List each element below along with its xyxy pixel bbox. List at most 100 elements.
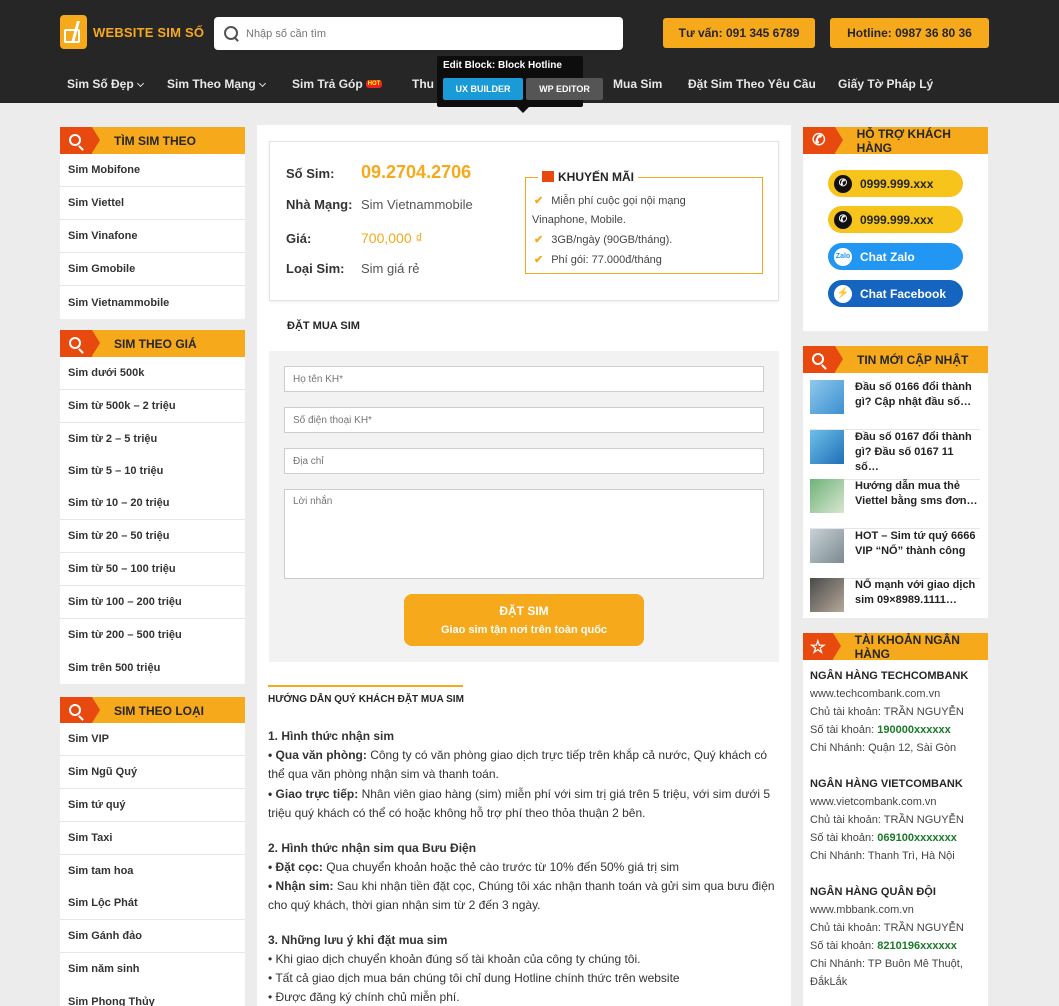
- promo-line: ✔ 3GB/ngày (90GB/tháng).: [534, 234, 673, 246]
- nav-mua-sim[interactable]: Mua Sim: [613, 77, 662, 91]
- phone-field[interactable]: [284, 407, 764, 433]
- sim-detail-card: Số Sim: 09.2704.2706 Nhà Mạng: Sim Vietn…: [269, 141, 779, 301]
- dat-sim-button[interactable]: ĐẶT SIM Giao sim tận nơi trên toàn quốc: [404, 594, 644, 646]
- loai-sim-label: Loại Sim:: [286, 261, 345, 276]
- guide-paragraph: • Đặt cọc: Qua chuyển khoản hoặc thẻ cào…: [268, 860, 680, 874]
- news-thumbnail: [810, 578, 844, 612]
- bank-name: NGÂN HÀNG TECHCOMBANK: [810, 670, 969, 682]
- guide-divider: [268, 685, 463, 687]
- chat-facebook-button[interactable]: ⚡ Chat Facebook: [828, 280, 963, 307]
- sidebar-item[interactable]: Sim từ 10 – 20 triệu: [60, 487, 245, 520]
- nha-mang-label: Nhà Mạng:: [286, 197, 353, 212]
- search-icon: [60, 697, 100, 724]
- sidebar-item[interactable]: Sim Phong Thủy: [60, 985, 245, 1006]
- sidebar-item[interactable]: Sim dưới 500k: [60, 357, 245, 390]
- news-item[interactable]: Hướng dẫn mua thẻ Viettel bằng sms đơn…: [810, 479, 980, 529]
- news-thumbnail: [810, 479, 844, 513]
- bank-account-number: Số tài khoản: 8210196xxxxxx: [810, 940, 957, 952]
- chat-zalo-button[interactable]: Zalo Chat Zalo: [828, 243, 963, 270]
- sidebar-item[interactable]: Sim Vietnammobile: [60, 286, 245, 319]
- bank-account: NGÂN HÀNG VIETCOMBANK www.vietcombank.co…: [810, 775, 964, 865]
- bank-account-number: Số tài khoản: 190000xxxxxx: [810, 724, 951, 736]
- name-field[interactable]: [284, 366, 764, 392]
- sidebar-item[interactable]: Sim từ 100 – 200 triệu: [60, 586, 245, 619]
- search-input[interactable]: [246, 27, 576, 40]
- sidebar-item[interactable]: Sim từ 5 – 10 triệu: [60, 455, 245, 488]
- sidebar-item[interactable]: Sim trên 500 triệu: [60, 651, 245, 684]
- nav-thu[interactable]: Thu: [412, 77, 434, 91]
- gia-label: Giá:: [286, 231, 312, 246]
- gia-value: 700,000 ₫: [361, 230, 423, 246]
- sidebar-item[interactable]: Sim Gánh đảo: [60, 920, 245, 953]
- sidebar-item[interactable]: Sim từ 200 – 500 triệu: [60, 619, 245, 652]
- bank-account: NGÂN HÀNG TECHCOMBANK www.techcombank.co…: [810, 667, 968, 757]
- bank-branch: Chi Nhánh: TP Buôn Mê Thuột,: [810, 958, 963, 970]
- promo-line: ✔ Miễn phí cuộc gọi nội mạng: [534, 195, 686, 207]
- gift-icon: [542, 171, 554, 182]
- guide-paragraph: • Qua văn phòng: Công ty có văn phòng gi…: [268, 748, 768, 781]
- bank-account: NGÂN HÀNG QUÂN ĐỘI www.mbbank.com.vn Chủ…: [810, 883, 964, 991]
- logo-text: WEBSITE SIM SỐ: [93, 24, 205, 40]
- sidebar-item[interactable]: Sim Gmobile: [60, 253, 245, 286]
- sidebar-item[interactable]: Sim Mobifone: [60, 154, 245, 187]
- news-item[interactable]: HOT – Sim tứ quý 6666 VIP “NỔ” thành côn…: [810, 529, 980, 579]
- hot-badge: HOT: [365, 80, 383, 88]
- submit-sublabel: Giao sim tận nơi trên toàn quốc: [440, 624, 608, 636]
- chevron-down-icon: [258, 79, 266, 88]
- phone-button[interactable]: ✆ 0999.999.xxx: [828, 170, 963, 197]
- consult-button[interactable]: Tư vấn: 091 345 6789: [663, 18, 815, 48]
- message-field[interactable]: [284, 489, 764, 579]
- star-icon: ☆: [803, 633, 841, 660]
- news-item[interactable]: Đầu số 0166 đổi thành gì? Cập nhật đầu s…: [810, 380, 980, 430]
- search-icon: [60, 330, 100, 357]
- sidebar-item[interactable]: Sim từ 50 – 100 triệu: [60, 553, 245, 586]
- check-icon: ✔: [534, 254, 544, 266]
- sidebar-item[interactable]: Sim Viettel: [60, 187, 245, 220]
- guide-title: HƯỚNG DẪN QUÝ KHÁCH ĐẶT MUA SIM: [268, 694, 464, 705]
- so-sim-label: Số Sim:: [286, 166, 335, 181]
- phone-button[interactable]: ✆ 0999.999.xxx: [828, 206, 963, 233]
- sidebar-item[interactable]: Sim Ngũ Quý: [60, 756, 245, 789]
- search-icon[interactable]: [224, 25, 240, 42]
- news-item[interactable]: Đầu số 0167 đổi thành gì? Đầu số 0167 11…: [810, 430, 980, 480]
- ux-builder-button[interactable]: UX BUILDER: [443, 78, 523, 100]
- nav-sim-so-dep[interactable]: Sim Số Đẹp: [67, 77, 144, 91]
- bank-account-number: Số tài khoản: 069100xxxxxxx: [810, 832, 957, 844]
- guide-paragraph: • Giao trực tiếp: Nhân viên giao hàng (s…: [268, 787, 771, 820]
- promo-box: KHUYẾN MÃI ✔ Miễn phí cuộc gọi nội mạng V…: [525, 170, 763, 274]
- news-item[interactable]: NỔ mạnh với giao dịch sim 09×8989.1111…: [810, 578, 980, 628]
- news-thumbnail: [810, 529, 844, 563]
- check-icon: ✔: [534, 234, 544, 246]
- edit-block-title: Edit Block: Block Hotline: [443, 60, 562, 71]
- guide-paragraph: • Được đăng ký chính chủ miễn phí.: [268, 990, 460, 1004]
- wp-editor-button[interactable]: WP EDITOR: [526, 78, 603, 100]
- sidebar-item[interactable]: Sim từ 2 – 5 triệu: [60, 423, 245, 456]
- sidebar-item[interactable]: Sim năm sinh: [60, 953, 245, 986]
- widget-title: TÌM SIM THEO: [60, 127, 245, 154]
- sidebar-item[interactable]: Sim từ 20 – 50 triệu: [60, 520, 245, 553]
- sidebar-item[interactable]: Sim VIP: [60, 723, 245, 756]
- nav-dat-sim[interactable]: Đặt Sim Theo Yêu Cầu: [688, 77, 816, 91]
- sidebar-item[interactable]: Sim Lộc Phát: [60, 887, 245, 920]
- sidebar-item[interactable]: Sim Vinafone: [60, 220, 245, 253]
- nav-sim-theo-mang[interactable]: Sim Theo Mạng: [167, 77, 266, 91]
- sidebar-item[interactable]: Sim Taxi: [60, 822, 245, 855]
- sidebar-item[interactable]: Sim tứ quý: [60, 789, 245, 822]
- guide-paragraph: • Nhận sim: Sau khi nhận tiền đặt cọc, C…: [268, 879, 775, 912]
- nha-mang-value: Sim Vietnammobile: [361, 197, 473, 212]
- nav-sim-tra-gop[interactable]: Sim Trả Góp HOT: [292, 77, 383, 91]
- sidebar-item[interactable]: Sim từ 500k – 2 triệu: [60, 390, 245, 423]
- popup-arrow: [517, 107, 529, 113]
- address-field[interactable]: [284, 448, 764, 474]
- guide-paragraph: • Khi giao dịch chuyển khoản đúng số tài…: [268, 952, 641, 966]
- nav-giay-to[interactable]: Giấy Tờ Pháp Lý: [838, 77, 933, 91]
- search-icon: [803, 346, 843, 373]
- sidebar-item[interactable]: Sim tam hoa: [60, 855, 245, 888]
- site-logo[interactable]: WEBSITE SIM SỐ: [60, 15, 204, 49]
- order-form: ĐẶT SIM Giao sim tận nơi trên toàn quốc: [269, 351, 779, 662]
- search-icon: [60, 127, 100, 154]
- guide-heading: 3. Những lưu ý khi đặt mua sim: [268, 933, 448, 947]
- widget-title: ☆ TÀI KHOẢN NGÂN HÀNG: [803, 633, 988, 661]
- hotline-button[interactable]: Hotline: 0987 36 80 36: [830, 18, 989, 48]
- news-thumbnail: [810, 430, 844, 464]
